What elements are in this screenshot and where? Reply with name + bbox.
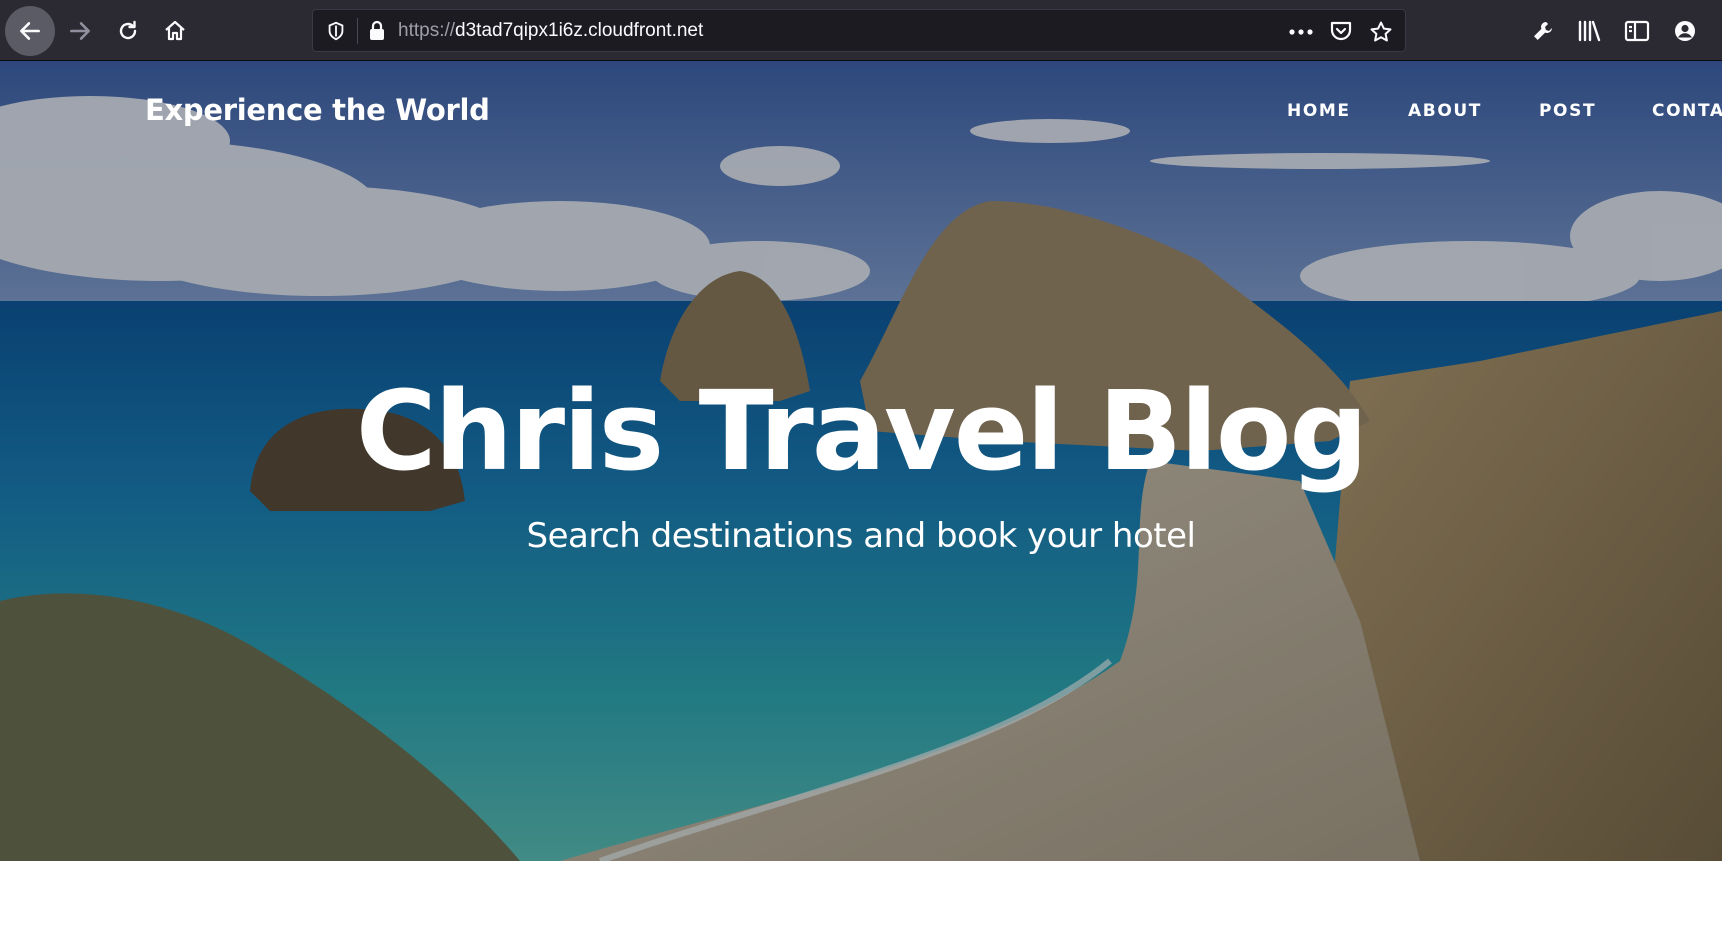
lock-icon[interactable] (367, 20, 387, 42)
forward-arrow-icon (70, 22, 90, 40)
url-scheme: https:// (398, 20, 456, 41)
pocket-icon[interactable] (1329, 20, 1353, 42)
tools-button[interactable] (1518, 6, 1568, 56)
library-button[interactable] (1565, 6, 1615, 56)
page-title: Chris Travel Blog (355, 367, 1368, 495)
hero-section: Experience the World HOME ABOUT POST CON… (0, 61, 1722, 861)
sidebar-button[interactable] (1612, 6, 1662, 56)
shield-icon[interactable] (325, 20, 347, 42)
forward-button[interactable] (55, 6, 105, 56)
reload-icon (119, 20, 137, 40)
star-icon[interactable] (1369, 20, 1393, 44)
library-icon (1578, 20, 1601, 42)
reload-button[interactable] (103, 6, 153, 56)
home-button[interactable] (150, 6, 200, 56)
home-icon (165, 20, 185, 41)
page-subtitle: Search destinations and book your hotel (526, 516, 1196, 556)
back-arrow-icon (20, 22, 40, 40)
nav-post-link[interactable]: POST (1539, 101, 1596, 121)
nav-contact-link[interactable]: CONTA (1652, 101, 1722, 121)
url-separator (357, 18, 358, 44)
url-bar[interactable]: https://d3tad7qipx1i6z.cloudfront.net (312, 9, 1406, 52)
url-text[interactable]: https://d3tad7qipx1i6z.cloudfront.net (398, 20, 703, 42)
main-nav: HOME ABOUT POST CONTA (0, 101, 1722, 131)
sidebar-icon (1624, 20, 1650, 42)
back-button[interactable] (5, 6, 55, 56)
browser-toolbar: https://d3tad7qipx1i6z.cloudfront.net (0, 0, 1722, 61)
wrench-icon (1534, 22, 1552, 40)
nav-about-link[interactable]: ABOUT (1408, 101, 1482, 121)
url-host: d3tad7qipx1i6z.cloudfront.net (455, 20, 704, 41)
nav-home-link[interactable]: HOME (1287, 101, 1351, 121)
account-icon (1675, 21, 1695, 41)
account-button[interactable] (1660, 6, 1710, 56)
more-dots-icon[interactable] (1288, 28, 1314, 36)
